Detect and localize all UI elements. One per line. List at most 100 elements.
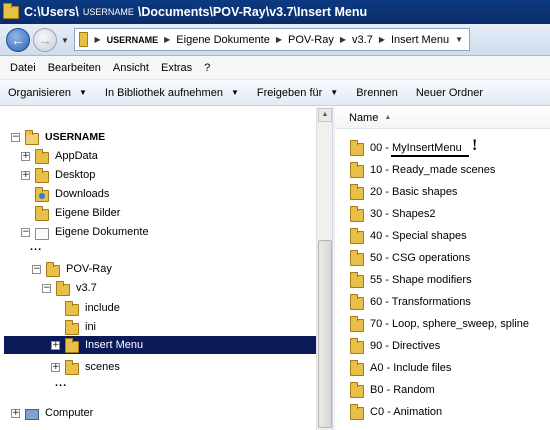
list-item[interactable]: 90 - Directives bbox=[350, 337, 440, 355]
folder-icon bbox=[350, 206, 364, 222]
tree-item-include[interactable]: include bbox=[65, 299, 120, 317]
chevron-right-icon[interactable]: ▶ bbox=[94, 35, 100, 44]
title-prefix: C:\Users\ bbox=[24, 5, 79, 19]
tree-item-username[interactable]: − USERNAME bbox=[11, 128, 105, 146]
menu-file[interactable]: Datei bbox=[4, 62, 42, 74]
navigation-tree: − USERNAME + AppData + Desktop Downloads… bbox=[0, 107, 316, 430]
chevron-down-icon[interactable]: ▼ bbox=[455, 35, 463, 44]
list-item[interactable]: 40 - Special shapes bbox=[350, 227, 467, 245]
tree-item-ini[interactable]: ini bbox=[65, 318, 96, 336]
chevron-right-icon[interactable]: ▶ bbox=[276, 35, 282, 44]
organize-label: Organisieren bbox=[8, 86, 71, 99]
list-item[interactable]: 20 - Basic shapes bbox=[350, 183, 457, 201]
expand-icon[interactable]: + bbox=[21, 170, 30, 180]
file-name: 20 - Basic shapes bbox=[370, 186, 458, 198]
tree-item-v37[interactable]: − v3.7 bbox=[42, 279, 97, 297]
share-with-button[interactable]: Freigeben für ▼ bbox=[257, 87, 338, 99]
column-header-name[interactable]: Name ▲ bbox=[335, 107, 550, 129]
expand-icon[interactable]: + bbox=[21, 151, 30, 161]
tree-label: Eigene Bilder bbox=[55, 207, 121, 219]
tree-ellipsis: ... bbox=[55, 377, 68, 389]
tree-label: Downloads bbox=[55, 188, 110, 200]
tree-item-scenes[interactable]: + scenes bbox=[51, 358, 120, 376]
tree-item-appdata[interactable]: + AppData bbox=[21, 147, 98, 165]
back-button[interactable]: ← bbox=[6, 28, 30, 52]
tree-item-povray[interactable]: − POV-Ray bbox=[32, 260, 112, 278]
folder-icon bbox=[65, 319, 79, 335]
collapse-icon[interactable]: − bbox=[32, 264, 41, 274]
breadcrumb-username[interactable]: USERNAME bbox=[107, 35, 159, 45]
organize-button[interactable]: Organisieren ▼ bbox=[8, 87, 87, 99]
folder-icon bbox=[350, 382, 364, 398]
breadcrumb-v37[interactable]: v3.7 bbox=[352, 34, 373, 46]
include-in-library-button[interactable]: In Bibliothek aufnehmen ▼ bbox=[105, 87, 239, 99]
folder-icon bbox=[79, 32, 89, 47]
list-item[interactable]: 60 - Transformations bbox=[350, 293, 471, 311]
tree-item-computer[interactable]: + Computer bbox=[11, 404, 93, 422]
collapse-icon[interactable]: − bbox=[42, 283, 51, 293]
folder-icon bbox=[350, 404, 364, 420]
folder-icon bbox=[350, 184, 364, 200]
folder-icon bbox=[35, 148, 49, 164]
chevron-down-icon: ▼ bbox=[330, 88, 339, 97]
list-item[interactable]: B0 - Random bbox=[350, 381, 435, 399]
menu-tools[interactable]: Extras bbox=[155, 62, 198, 74]
tree-item-pictures[interactable]: Eigene Bilder bbox=[35, 204, 120, 222]
expand-icon[interactable]: + bbox=[51, 362, 60, 372]
tree-label: AppData bbox=[55, 150, 98, 162]
list-item[interactable]: 30 - Shapes2 bbox=[350, 205, 435, 223]
list-item[interactable]: 10 - Ready_made scenes bbox=[350, 161, 495, 179]
folder-icon bbox=[350, 272, 364, 288]
folder-icon bbox=[3, 2, 19, 19]
breadcrumb-povray[interactable]: POV-Ray bbox=[288, 34, 334, 46]
list-item[interactable]: C0 - Animation bbox=[350, 403, 442, 421]
collapse-icon[interactable]: − bbox=[21, 227, 30, 237]
chevron-right-icon[interactable]: ▶ bbox=[340, 35, 346, 44]
forward-button[interactable]: → bbox=[33, 28, 57, 52]
burn-label: Brennen bbox=[356, 86, 398, 99]
chevron-right-icon[interactable]: ▶ bbox=[379, 35, 385, 44]
folder-icon bbox=[35, 167, 49, 183]
new-folder-button[interactable]: Neuer Ordner bbox=[416, 87, 483, 99]
scroll-up-button[interactable]: ▲ bbox=[318, 108, 332, 122]
collapse-icon[interactable]: − bbox=[11, 132, 20, 142]
expand-icon[interactable]: + bbox=[51, 340, 60, 350]
title-username: USERNAME bbox=[82, 7, 134, 17]
arrow-right-icon: → bbox=[38, 32, 52, 48]
recent-pages-dropdown[interactable]: ▼ bbox=[61, 36, 69, 45]
pictures-folder-icon bbox=[35, 205, 49, 221]
chevron-down-icon: ▼ bbox=[78, 88, 87, 97]
tree-item-documents[interactable]: − Eigene Dokumente bbox=[21, 223, 149, 241]
tree-item-desktop[interactable]: + Desktop bbox=[21, 166, 95, 184]
folder-icon bbox=[350, 250, 364, 266]
folder-icon bbox=[65, 359, 79, 375]
chevron-right-icon[interactable]: ▶ bbox=[164, 35, 170, 44]
file-name: A0 - Include files bbox=[370, 362, 452, 374]
menu-view[interactable]: Ansicht bbox=[107, 62, 155, 74]
tree-label: include bbox=[85, 302, 120, 314]
list-item[interactable]: 55 - Shape modifiers bbox=[350, 271, 472, 289]
file-list: Name ▲ 00 - MyInsertMenu ! 10 - Ready_ma… bbox=[335, 107, 550, 430]
folder-icon bbox=[350, 294, 364, 310]
menu-help[interactable]: ? bbox=[198, 62, 216, 74]
file-name: 40 - Special shapes bbox=[370, 230, 467, 242]
breadcrumb-documents[interactable]: Eigene Dokumente bbox=[176, 34, 270, 46]
burn-button[interactable]: Brennen bbox=[356, 87, 398, 99]
share-label: Freigeben für bbox=[256, 86, 323, 99]
tree-scrollbar[interactable]: ▲ bbox=[316, 107, 332, 430]
folder-icon bbox=[350, 140, 364, 156]
tree-label: Insert Menu bbox=[85, 339, 144, 351]
expand-icon[interactable]: + bbox=[11, 408, 20, 418]
file-name: C0 - Animation bbox=[370, 406, 443, 418]
tree-item-downloads[interactable]: Downloads bbox=[35, 185, 109, 203]
tree-label: ini bbox=[85, 321, 97, 333]
list-item[interactable]: 50 - CSG operations bbox=[350, 249, 470, 267]
breadcrumb-insert-menu[interactable]: Insert Menu bbox=[391, 34, 449, 46]
scrollbar-thumb[interactable] bbox=[318, 240, 332, 428]
tree-item-insert-menu[interactable]: + Insert Menu bbox=[4, 336, 316, 354]
list-item[interactable]: A0 - Include files bbox=[350, 359, 451, 377]
list-item[interactable]: 70 - Loop, sphere_sweep, spline bbox=[350, 315, 529, 333]
address-bar[interactable]: ▶ USERNAME ▶ Eigene Dokumente ▶ POV-Ray … bbox=[74, 28, 470, 51]
menu-edit[interactable]: Bearbeiten bbox=[42, 62, 107, 74]
file-name: 70 - Loop, sphere_sweep, spline bbox=[370, 318, 529, 330]
